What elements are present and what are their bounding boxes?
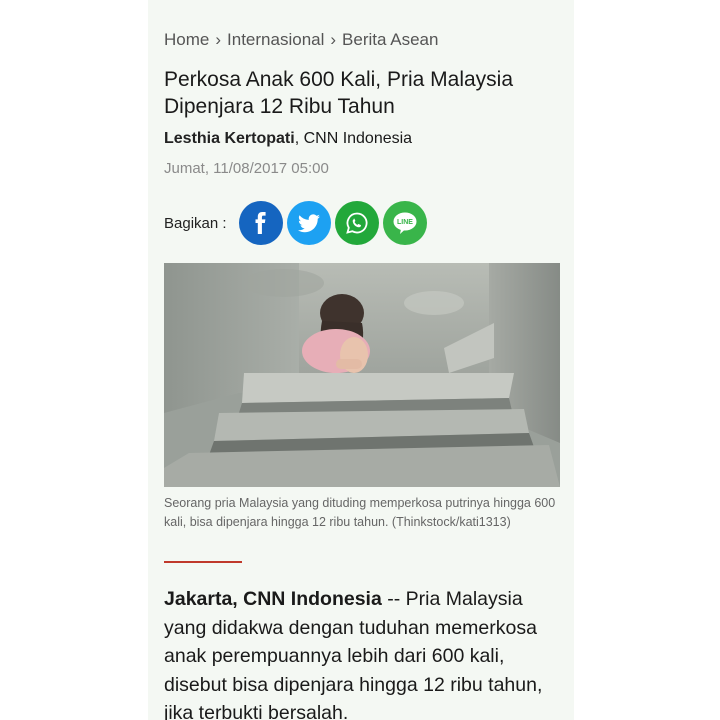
facebook-share-button[interactable] [238, 201, 283, 245]
breadcrumb-internasional[interactable]: Internasional [227, 30, 324, 49]
byline-source: , CNN Indonesia [294, 130, 413, 147]
whatsapp-icon [345, 212, 368, 234]
breadcrumb-berita-asean[interactable]: Berita Asean [342, 30, 438, 49]
facebook-icon [255, 212, 266, 234]
whatsapp-share-button[interactable] [334, 201, 379, 245]
breadcrumb-separator: › [215, 30, 222, 49]
publish-date: Jumat, 11/08/2017 05:00 [164, 160, 329, 177]
line-icon-label: LINE [397, 219, 413, 226]
article-title: Perkosa Anak 600 Kali, Pria Malaysia Dip… [164, 68, 514, 118]
caption-divider [164, 561, 242, 563]
stairwell-photo-illustration [164, 263, 560, 487]
article-container: Home › Internasional › Berita Asean Perkosa … [148, 0, 574, 720]
dateline: Jakarta, CNN Indonesia [164, 588, 382, 610]
twitter-icon [297, 214, 320, 233]
share-bar: Bagikan : LINE [164, 201, 431, 245]
author-name[interactable]: Lesthia Kertopati [164, 130, 295, 147]
line-icon: LINE [393, 212, 417, 234]
article-body-paragraph: Jakarta, CNN Indonesia -- Pria Malaysia … [164, 585, 566, 720]
breadcrumb-home[interactable]: Home [164, 30, 209, 49]
page: Home › Internasional › Berita Asean Perkosa … [0, 0, 720, 720]
byline: Lesthia Kertopati, CNN Indonesia [164, 130, 412, 148]
breadcrumb: Home › Internasional › Berita Asean [164, 30, 438, 50]
line-share-button[interactable]: LINE [382, 201, 427, 245]
breadcrumb-separator: › [330, 30, 337, 49]
image-caption: Seorang pria Malaysia yang dituding memp… [164, 496, 556, 529]
twitter-share-button[interactable] [286, 201, 331, 245]
article-photo [164, 263, 560, 487]
share-label: Bagikan : [164, 214, 227, 232]
